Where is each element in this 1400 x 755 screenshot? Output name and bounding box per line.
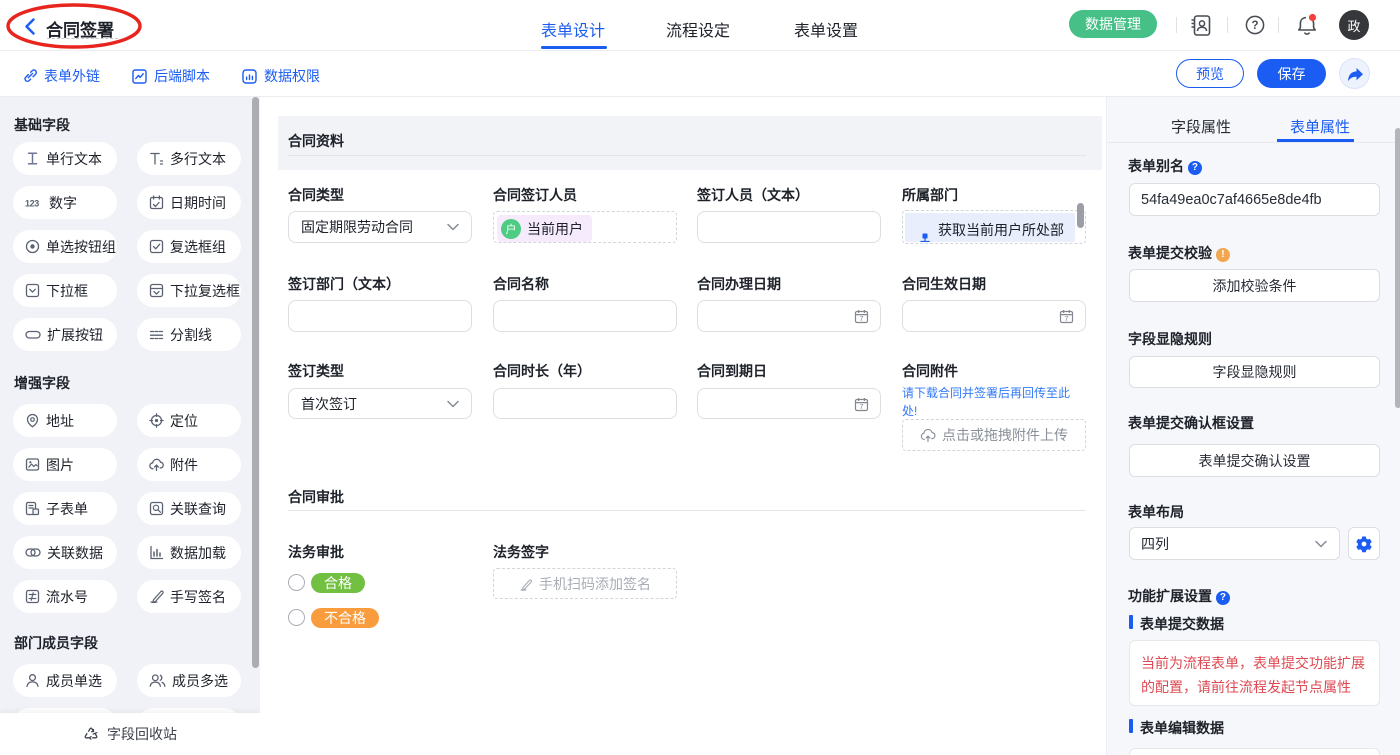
- svg-text:7: 7: [859, 314, 863, 323]
- svg-text:7: 7: [1064, 314, 1068, 323]
- svg-text:7: 7: [859, 402, 863, 411]
- svg-text:123: 123: [25, 199, 39, 209]
- svg-text:?: ?: [1251, 20, 1258, 32]
